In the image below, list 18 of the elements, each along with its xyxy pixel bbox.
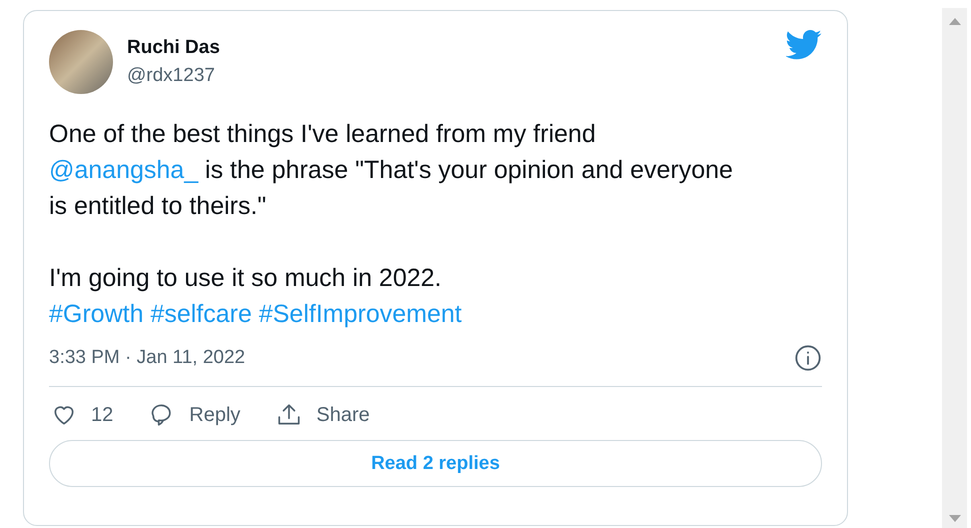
- like-button[interactable]: 12: [51, 402, 114, 428]
- tweet-text: I'm going to use it so much in 2022.: [49, 263, 442, 294]
- read-replies-button[interactable]: Read 2 replies: [49, 440, 822, 487]
- author-handle: @rdx1237: [127, 65, 216, 87]
- tweet-text: One of the best things I've learned from my friend @anangsha_ is the phrase "That's your opinion and everyone is entitled to theirs.": [49, 119, 734, 222]
- info-icon[interactable]: [794, 344, 822, 372]
- bird-logo-icon: [786, 30, 822, 60]
- author-name: Ruchi Das: [127, 37, 221, 59]
- mention-link[interactable]: @anangsha_: [49, 156, 198, 184]
- scroll-up-arrow-icon[interactable]: [948, 18, 960, 25]
- hashtag-link[interactable]: #selfcare: [150, 300, 252, 328]
- hashtag-link[interactable]: #SelfImprovement: [258, 300, 462, 328]
- reply-button[interactable]: Reply: [149, 402, 240, 428]
- tweet-timestamp: 3:33 PM · Jan 11, 2022: [49, 347, 246, 369]
- hashtag-link[interactable]: #Growth: [49, 300, 144, 328]
- share-button[interactable]: Share: [276, 402, 370, 428]
- scrollbar[interactable]: [942, 8, 967, 528]
- scroll-down-arrow-icon[interactable]: [948, 515, 960, 522]
